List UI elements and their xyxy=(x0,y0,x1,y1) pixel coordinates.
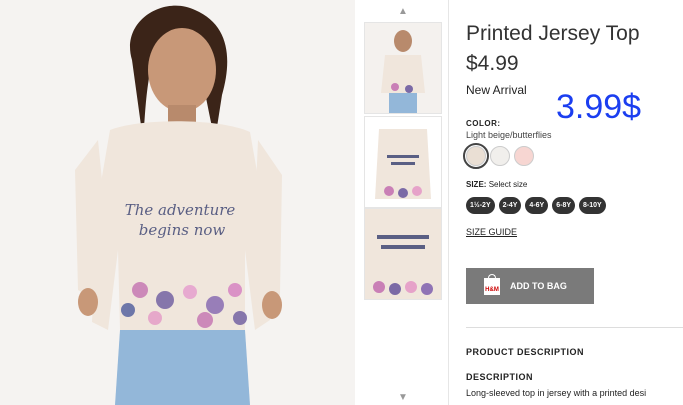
model-illustration: The adventure begins now xyxy=(0,0,355,405)
add-to-bag-label: ADD TO BAG xyxy=(510,281,567,291)
swatch-pink[interactable] xyxy=(514,146,534,166)
product-info-panel: Printed Jersey Top $4.99 New Arrival COL… xyxy=(463,0,683,405)
chevron-down-icon[interactable]: ▼ xyxy=(398,392,408,403)
thumbnail-detail[interactable] xyxy=(364,208,442,300)
size-option[interactable]: 1½-2Y xyxy=(466,197,495,214)
shirt-print-line1: The adventure xyxy=(125,201,236,219)
shopping-bag-icon: H&M xyxy=(484,273,500,295)
color-swatches xyxy=(463,143,534,169)
size-select-text: Select size xyxy=(488,180,528,189)
main-product-image[interactable]: The adventure begins now xyxy=(0,0,355,405)
swatch-white[interactable] xyxy=(490,146,510,166)
size-guide-link[interactable]: SIZE GUIDE xyxy=(466,227,517,237)
thumbnail-column: ▲ ▼ xyxy=(357,0,447,405)
section-divider xyxy=(466,327,683,328)
size-option[interactable]: 2-4Y xyxy=(498,197,522,214)
chevron-up-icon[interactable]: ▲ xyxy=(398,6,408,17)
product-title: Printed Jersey Top xyxy=(466,22,640,45)
size-option[interactable]: 4-6Y xyxy=(525,197,549,214)
new-arrival-badge: New Arrival xyxy=(466,83,527,97)
size-options: 1½-2Y 2-4Y 4-6Y 6-8Y 8-10Y xyxy=(466,197,606,214)
overlay-sale-price: 3.99$ xyxy=(556,88,642,126)
description-heading: DESCRIPTION xyxy=(466,372,534,382)
bag-logo: H&M xyxy=(485,286,499,293)
product-price: $4.99 xyxy=(466,52,519,75)
size-option[interactable]: 6-8Y xyxy=(552,197,576,214)
add-to-bag-button[interactable]: H&M ADD TO BAG xyxy=(466,268,594,304)
swatch-light-beige[interactable] xyxy=(463,143,489,169)
product-description-heading: PRODUCT DESCRIPTION xyxy=(466,347,585,357)
thumbnail-model[interactable] xyxy=(364,22,442,114)
shirt-print-line2: begins now xyxy=(139,221,226,239)
color-value: Light beige/butterflies xyxy=(466,130,552,140)
color-label: COLOR: xyxy=(466,119,501,128)
size-label: SIZE: xyxy=(466,180,487,189)
size-label-row: SIZE: Select size xyxy=(466,180,527,189)
divider xyxy=(448,0,449,405)
description-text: Long-sleeved top in jersey with a printe… xyxy=(466,388,647,398)
thumbnail-front[interactable] xyxy=(364,116,442,208)
size-option[interactable]: 8-10Y xyxy=(579,197,606,214)
